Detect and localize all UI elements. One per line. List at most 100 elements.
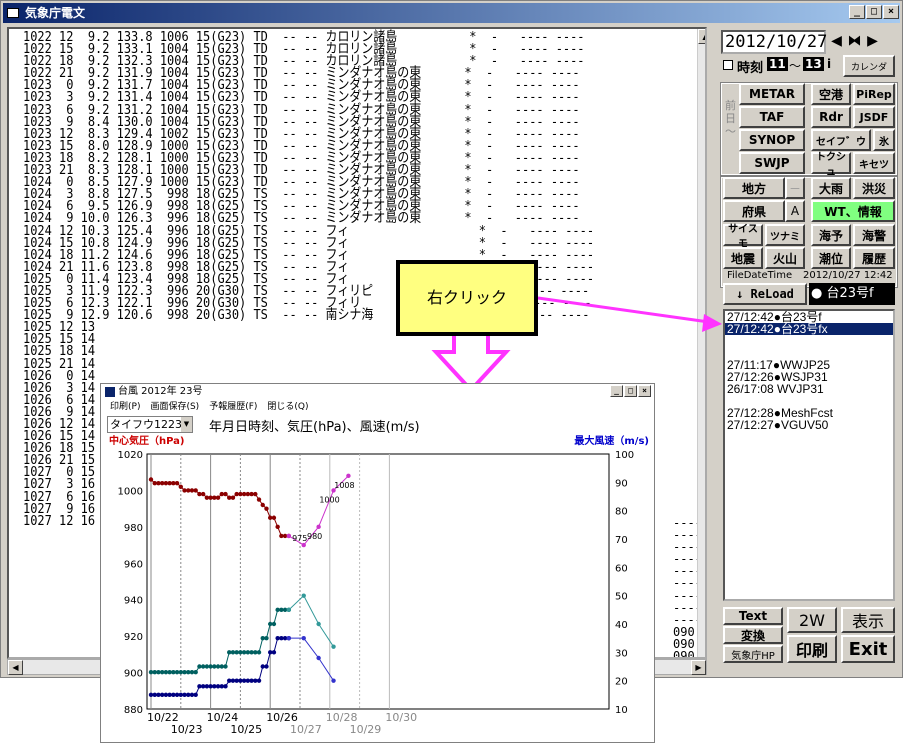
heavy-rain-button[interactable]: 大雨 [811, 177, 851, 199]
typhoon-title-bar[interactable]: 台風 2012年 23号 _ □ × [102, 385, 653, 399]
ice-button[interactable]: 氷 [873, 129, 895, 151]
forecast-wind-line [288, 637, 334, 681]
print-button[interactable]: 印刷 [787, 635, 837, 663]
forecast-gust-point [331, 644, 336, 649]
gust-point [256, 650, 262, 655]
scroll-right-icon[interactable]: ▶ [691, 660, 706, 675]
taf-button[interactable]: TAF [739, 106, 805, 128]
dash-button[interactable]: － [785, 177, 805, 199]
airport-button[interactable]: 空港 [811, 83, 851, 105]
rdr-button[interactable]: Rdr [811, 106, 851, 128]
tsunami-button[interactable]: ツナミ [765, 224, 805, 246]
a-button[interactable]: A [785, 200, 805, 222]
time-from[interactable]: 11 [767, 57, 788, 71]
x-tick-label: 10/29 [350, 723, 382, 736]
forecast-pressure-label: 1008 [334, 481, 354, 490]
time-checkbox[interactable] [723, 60, 733, 70]
typhoon-minimize-button[interactable]: _ [610, 385, 623, 397]
scroll-left-icon[interactable]: ◀ [8, 660, 23, 675]
x-tick-label: 10/27 [290, 723, 322, 736]
flood-button[interactable]: 洪災 [853, 177, 895, 199]
tide-button[interactable]: 潮位 [811, 247, 851, 269]
right-tick-label: 50 [615, 592, 628, 603]
minimize-button[interactable]: _ [849, 5, 865, 19]
volcano-button[interactable]: 火山 [765, 247, 805, 269]
plot-frame [146, 453, 610, 710]
forecast-pressure-label: 975 [292, 534, 307, 543]
swjp-button[interactable]: SWJP [739, 152, 805, 174]
forecast-wind-point [301, 635, 306, 641]
convert-button[interactable]: 変換 [723, 626, 783, 644]
pressure-point [200, 491, 206, 497]
synop-button[interactable]: SYNOP [739, 129, 805, 151]
typhoon-menu: 印刷(P) 画面保存(S) 予報履歴(F) 閉じる(Q) [102, 400, 653, 414]
forecast-wind-point [331, 678, 336, 683]
list-item[interactable]: 27/12:27●VGUV50 [725, 419, 893, 431]
forecast-pressure-label: 980 [307, 532, 322, 541]
earthquake-button[interactable]: 地震 [723, 247, 763, 269]
title-bar[interactable]: 気象庁電文 _ □ × [3, 3, 900, 23]
right-tick-label: 20 [615, 677, 628, 688]
typhoon-app-icon [105, 387, 115, 397]
wind-point [271, 650, 277, 655]
pressure-point [264, 506, 269, 511]
pressure-point [174, 480, 180, 486]
gust-point [223, 664, 228, 669]
metar-button[interactable]: METAR [739, 83, 805, 105]
next-date-icon[interactable]: ▶ [864, 30, 881, 54]
time-to[interactable]: 13 [803, 57, 824, 71]
info-icon[interactable]: i [827, 57, 831, 71]
fuken-button[interactable]: 府県 [723, 200, 785, 222]
list-item[interactable]: 26/17:08 WVJP31 [725, 383, 893, 395]
telegram-line: 1025 21 14 [23, 355, 96, 372]
menu-forecast-history[interactable]: 予報履歴(F) [209, 400, 257, 414]
menu-close[interactable]: 閉じる(Q) [267, 400, 308, 414]
menu-save[interactable]: 画面保存(S) [150, 400, 199, 414]
typhoon-chart: 中心気圧（hPa) 最大風速（m/s) 880 900 920 940 960 980 1000… [109, 434, 649, 736]
close-button[interactable]: × [883, 5, 899, 19]
left-tick-label: 940 [124, 596, 143, 607]
reload-button[interactable]: ↓ ReLoad [723, 283, 807, 305]
left-tick-label: 880 [124, 705, 143, 716]
chiho-button[interactable]: 地方 [723, 177, 785, 199]
calendar-button[interactable]: カレンダ [843, 55, 895, 77]
jump-date-icon[interactable]: ⧓ [846, 30, 863, 54]
kaiyo-button[interactable]: 海予 [811, 224, 851, 246]
forecast-pressure-point [286, 533, 292, 539]
size-button[interactable]: サイスモ [723, 224, 763, 250]
menu-print[interactable]: 印刷(P) [110, 400, 140, 414]
text-button[interactable]: Text [723, 607, 783, 625]
maximize-button[interactable]: □ [866, 5, 882, 19]
select-chevron-icon[interactable]: ▼ [181, 417, 192, 432]
pirep-button[interactable]: PiRep [853, 83, 895, 105]
forecast-wind-point [286, 635, 292, 641]
left-axis-label: 中心気圧（hPa) [109, 434, 185, 447]
kisetsu-button[interactable]: キセツ [853, 152, 895, 174]
date-field[interactable]: 2012/10/27 [721, 30, 827, 54]
prev-date-icon[interactable]: ◀ [828, 30, 845, 54]
control-panel: 2012/10/27 ◀ ⧓ ▶ 時刻 11 ～ 13 i カレンダ 前日～ M… [717, 27, 899, 675]
gust-point [193, 669, 198, 675]
jma-hp-button[interactable]: 気象庁HP [723, 645, 783, 663]
pressure-point [223, 491, 228, 497]
telegram-line: 1026 0 14 [23, 367, 96, 384]
history-button[interactable]: 履歴 [853, 247, 895, 269]
kaikei-button[interactable]: 海警 [853, 224, 895, 246]
wt-info-button[interactable]: WT、情報 [811, 200, 895, 222]
telegram-list[interactable]: 27/12:42●台23号f 27/12:42●台23号fx 27/11:17●WW… [723, 309, 895, 601]
two-week-button[interactable]: 2W [787, 607, 837, 633]
list-item[interactable] [725, 335, 893, 347]
pressure-point [193, 488, 198, 493]
exit-button[interactable]: Exit [841, 635, 895, 663]
typhoon-badge[interactable]: ● 台23号f [809, 283, 895, 305]
vertical-scrollbar[interactable]: ▲ [697, 29, 705, 657]
scroll-up-icon[interactable]: ▲ [698, 29, 705, 44]
gust-line [151, 609, 289, 673]
list-item[interactable]: 27/12:42●台23号fx [725, 323, 893, 335]
left-tick-label: 1000 [118, 486, 143, 497]
typhoon-maximize-button[interactable]: □ [624, 385, 637, 397]
jsdf-button[interactable]: JSDF [853, 106, 895, 128]
toshu-button[interactable]: トクシュ [811, 152, 851, 178]
typhoon-close-button[interactable]: × [638, 385, 651, 397]
display-button[interactable]: 表示 [841, 607, 895, 633]
